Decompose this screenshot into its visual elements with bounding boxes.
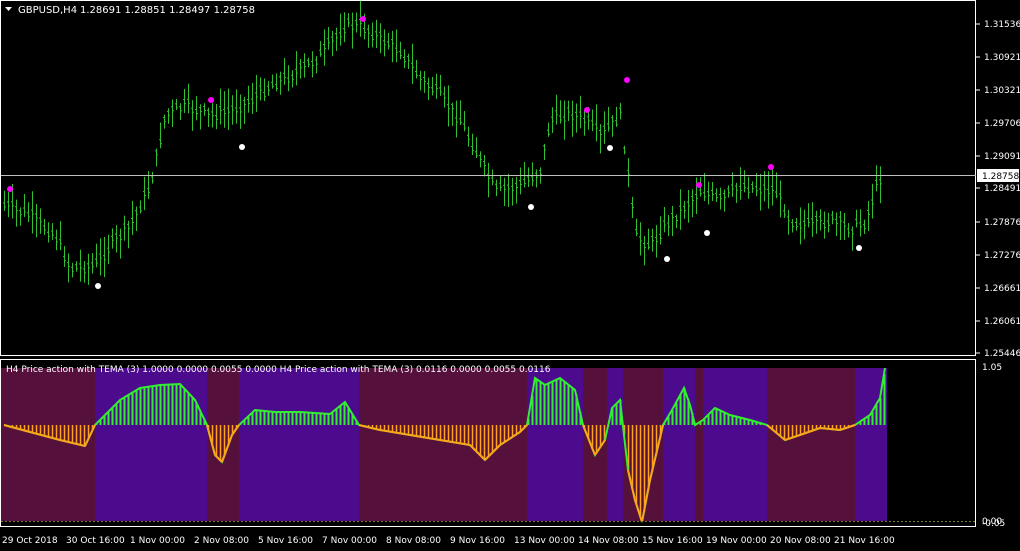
indicator-label: H4 Price action with TEMA (3) 1.0000 0.0… [6,365,551,375]
time-tick: 20 Nov 08:00 [770,536,831,546]
signal-dot-sell [768,164,774,170]
price-tick: 1.27276 [984,251,1020,261]
time-tick: 5 Nov 16:00 [258,536,313,546]
price-tick: 1.26061 [984,317,1020,327]
signal-dot-sell [360,16,366,22]
price-tick: 1.26661 [984,284,1020,294]
signal-dot-buy [239,144,245,150]
price-tick: 1.30321 [984,86,1020,96]
current-price-text: 1.28758 [982,172,1019,182]
price-tick: 1.31536 [984,20,1020,30]
indicator-zone [767,368,855,521]
time-tick: 30 Oct 16:00 [66,536,125,546]
time-tick: 13 Nov 00:00 [514,536,575,546]
signal-dot-buy [95,283,101,289]
indicator-zone [583,368,607,521]
time-tick: 9 Nov 16:00 [450,536,505,546]
time-tick: 29 Oct 2018 [2,536,58,546]
price-tick: 1.27876 [984,218,1020,228]
indicator-tick-bottom: -0.05 [982,519,1005,529]
signal-dot-sell [7,186,13,192]
indicator-tick-top: 1.05 [982,363,1002,373]
time-tick: 21 Nov 16:00 [834,536,895,546]
indicator-zone [695,368,703,521]
signal-dot-buy [704,230,710,236]
signal-dot-buy [664,256,670,262]
price-axis: 1.31536 1.30921 1.30321 1.29706 1.29091 … [976,20,1020,359]
time-tick: 8 Nov 08:00 [386,536,441,546]
indicator-zone [703,368,767,521]
signal-dot-sell [624,77,630,83]
price-tick: 1.30921 [984,53,1020,63]
time-tick: 7 Nov 00:00 [322,536,377,546]
price-tick: 1.29091 [984,152,1020,162]
indicator-zone [663,368,695,521]
signal-dot-buy [856,245,862,251]
time-tick: 19 Nov 00:00 [706,536,767,546]
indicator-zone [239,368,359,521]
time-tick: 14 Nov 08:00 [578,536,639,546]
time-axis: 29 Oct 2018 30 Oct 16:00 1 Nov 00:00 2 N… [2,536,895,546]
time-tick: 2 Nov 08:00 [194,536,249,546]
signal-dot-sell [584,107,590,113]
symbol-label: GBPUSD,H4 [18,5,77,16]
price-tick: 1.25446 [984,349,1020,359]
indicator-zone [855,368,887,521]
indicator-zone [95,368,207,521]
ohlc-values: 1.28691 1.28851 1.28497 1.28758 [80,5,255,16]
time-tick: 15 Nov 16:00 [642,536,703,546]
time-tick: 1 Nov 00:00 [130,536,185,546]
price-tick: 1.29706 [984,119,1020,129]
signal-dot-buy [528,204,534,210]
signal-dot-buy [607,145,613,151]
signal-dot-sell [696,182,702,188]
chart-window[interactable]: GBPUSD,H4 1.28691 1.28851 1.28497 1.2875… [0,0,1020,551]
signal-dot-sell [208,97,214,103]
price-tick: 1.28491 [984,184,1020,194]
indicator-zone [607,368,623,521]
